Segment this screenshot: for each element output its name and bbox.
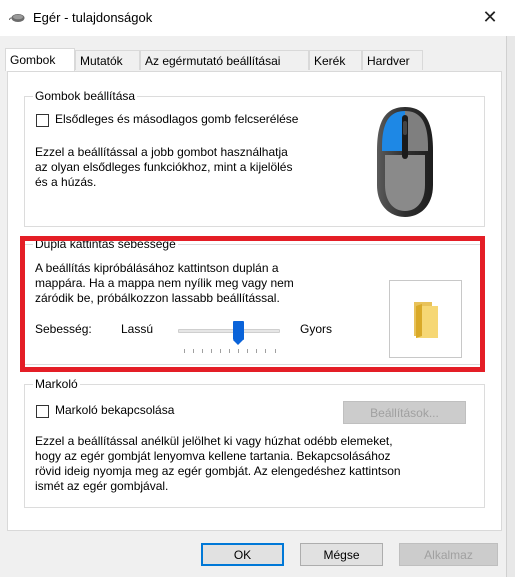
close-icon: ✕ [482, 6, 498, 27]
slider-tick [219, 349, 221, 353]
tab-label: Kerék [314, 53, 346, 68]
double-click-description-line: mappára. Ha a mappa nem nyílik meg vagy … [35, 276, 294, 290]
tab-egermutato-beallitasai[interactable]: Az egérmutató beállításai [140, 50, 309, 70]
slow-label: Lassú [121, 322, 154, 336]
button-label: Mégse [323, 547, 360, 562]
slider-tick [183, 349, 185, 353]
clicklock-label[interactable]: Markoló bekapcsolása [55, 403, 174, 418]
window-edge [506, 36, 515, 577]
title-bar[interactable]: Egér - tulajdonságok ✕ [0, 0, 515, 36]
tab-label: Gombok [10, 53, 56, 67]
button-label: Alkalmaz [424, 547, 473, 562]
button-label: Beállítások... [370, 405, 439, 420]
double-click-description-line: A beállítás kipróbálásához kattintson du… [35, 261, 279, 275]
close-button[interactable]: ✕ [470, 2, 510, 32]
tab-hardver[interactable]: Hardver [362, 50, 423, 70]
slider-tick [192, 349, 194, 353]
slider-tick [274, 349, 276, 353]
speed-label: Sebesség: [35, 322, 92, 336]
button-description-line: Ezzel a beállítással a jobb gombot haszn… [35, 145, 288, 159]
clicklock-description-line: hogy az egér gombját lenyomva kellene ta… [35, 449, 391, 463]
tab-gombok[interactable]: Gombok [5, 48, 75, 71]
slider-tick [265, 349, 267, 353]
button-description-line: és a húzás. [35, 175, 97, 189]
slider-tick [256, 349, 258, 353]
cancel-button[interactable]: Mégse [300, 543, 383, 566]
group-legend: Markoló [33, 377, 80, 391]
mouse-icon [9, 14, 25, 22]
slider-tick [201, 349, 203, 353]
slider-tick [229, 349, 230, 353]
tab-kerek[interactable]: Kerék [309, 50, 362, 70]
slider-tick [238, 349, 240, 353]
fast-label: Gyors [300, 322, 333, 336]
clicklock-settings-button[interactable]: Beállítások... [343, 401, 466, 424]
clicklock-description-line: rövid ideig nyomja meg az egér gombját. … [35, 464, 401, 478]
swap-buttons-label[interactable]: Elsődleges és másodlagos gomb felcserélé… [55, 112, 298, 127]
tab-label: Az egérmutató beállításai [145, 53, 281, 68]
slider-thumb[interactable] [232, 321, 244, 345]
window-title: Egér - tulajdonságok [33, 10, 153, 25]
tab-mutatok[interactable]: Mutatók [75, 50, 140, 70]
clicklock-checkbox[interactable] [36, 405, 49, 418]
group-legend: Gombok beállítása [33, 89, 138, 103]
slider-tick [210, 349, 212, 353]
double-click-speed-slider[interactable] [176, 320, 282, 360]
clicklock-description-line: ismét az egér gombjával. [35, 479, 169, 493]
test-folder-area[interactable] [389, 280, 462, 358]
mouse-illustration-icon [377, 107, 433, 217]
group-legend: Dupla kattintás sebessége [33, 237, 178, 251]
double-click-description-line: záródik be, próbálkozzon lassabb beállít… [35, 291, 280, 305]
slider-track[interactable] [178, 329, 280, 333]
button-description-line: az olyan elsődleges funkciókhoz, mint a … [35, 160, 293, 174]
folder-icon [414, 302, 438, 338]
tab-label: Hardver [367, 53, 410, 68]
button-label: OK [233, 547, 252, 562]
swap-buttons-checkbox[interactable] [36, 114, 49, 127]
tab-label: Mutatók [80, 53, 123, 68]
ok-button[interactable]: OK [201, 543, 284, 566]
slider-tick [247, 349, 249, 353]
apply-button[interactable]: Alkalmaz [399, 543, 498, 566]
clicklock-description-line: Ezzel a beállítással anélkül jelölhet ki… [35, 434, 393, 448]
mouse-properties-window: Egér - tulajdonságok ✕ Gombok Mutatók Az… [0, 0, 515, 577]
